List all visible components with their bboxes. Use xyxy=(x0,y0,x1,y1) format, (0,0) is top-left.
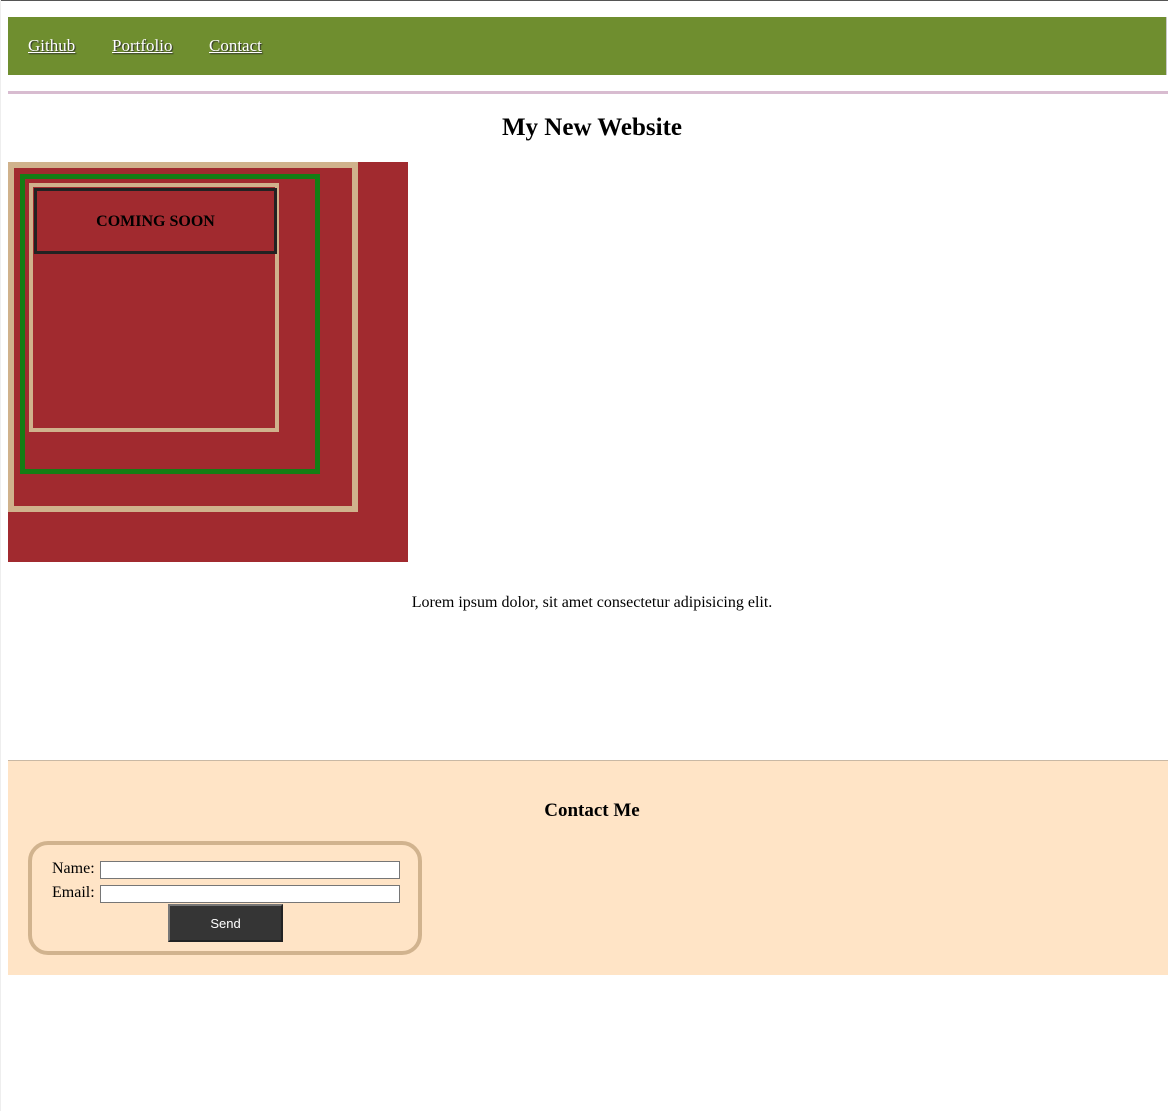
email-field[interactable] xyxy=(99,884,400,903)
nav-link-github[interactable]: Github xyxy=(28,36,75,56)
send-button[interactable]: Send xyxy=(168,904,283,942)
email-label: Email: xyxy=(52,884,95,901)
navbar: Github Portfolio Contact xyxy=(8,17,1167,75)
page-title: My New Website xyxy=(501,114,683,141)
name-field[interactable] xyxy=(99,860,400,879)
coming-soon-banner: COMING SOON xyxy=(8,162,408,562)
name-label: Name: xyxy=(52,860,95,877)
inner-tan-frame: COMING SOON xyxy=(29,183,279,432)
coming-soon-box: COMING SOON xyxy=(34,188,277,254)
name-row: Name: xyxy=(52,859,400,879)
top-border xyxy=(0,0,1168,1)
nav-link-portfolio[interactable]: Portfolio xyxy=(112,36,172,56)
green-frame: COMING SOON xyxy=(20,174,320,474)
left-border xyxy=(0,0,1,1111)
email-row: Email: xyxy=(52,883,400,903)
divider xyxy=(8,91,1168,94)
intro-paragraph: Lorem ipsum dolor, sit amet consectetur … xyxy=(411,594,773,611)
contact-footer: Contact Me Name: Email: Send xyxy=(8,760,1168,975)
nav-link-contact[interactable]: Contact xyxy=(209,36,262,56)
outer-tan-frame: COMING SOON xyxy=(8,162,358,512)
contact-title: Contact Me xyxy=(544,800,640,821)
contact-form: Name: Email: Send xyxy=(28,841,422,955)
coming-soon-text: COMING SOON xyxy=(96,213,215,230)
